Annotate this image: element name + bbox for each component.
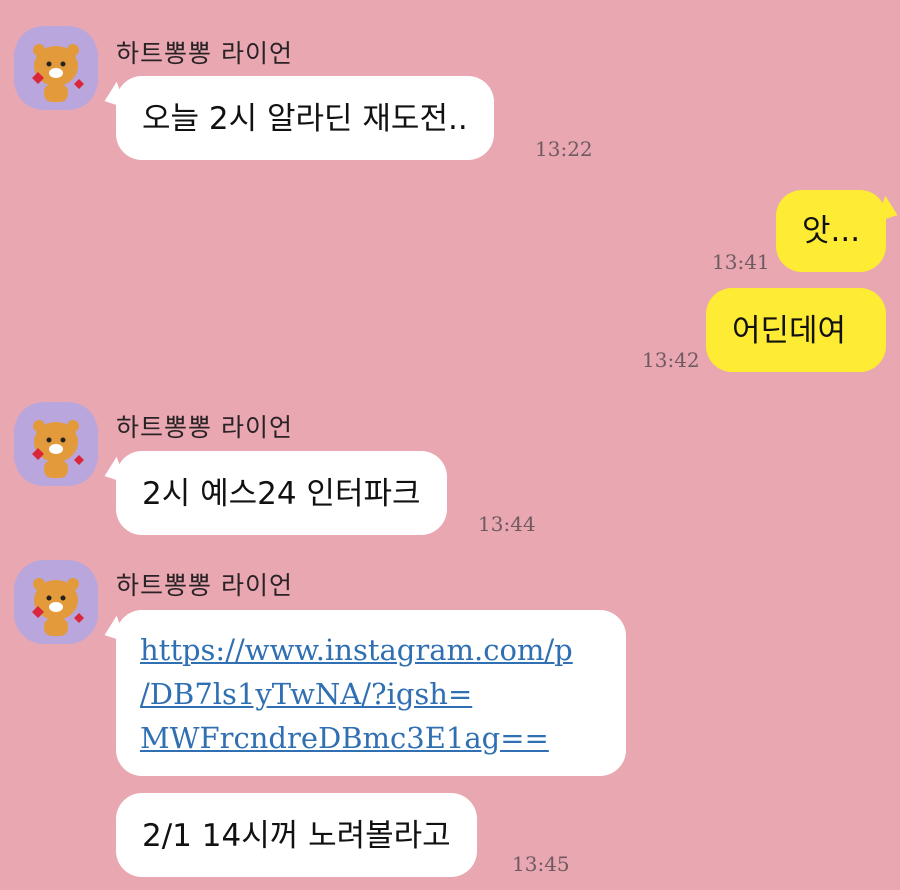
message-text: 2시 예스24 인터파크 bbox=[142, 476, 421, 512]
sender-name: 하트뽕뽕 라이언 bbox=[116, 39, 293, 68]
ryan-lion-heart-icon bbox=[32, 44, 84, 102]
instagram-link[interactable]: https://www.instagram.com/p /DB7ls1yTwNA… bbox=[140, 628, 602, 760]
ryan-lion-heart-icon bbox=[32, 578, 84, 636]
message-bubble[interactable]: 2/1 14시꺼 노려볼라고 bbox=[116, 793, 477, 877]
link-message-bubble[interactable]: https://www.instagram.com/p /DB7ls1yTwNA… bbox=[116, 610, 626, 776]
avatar[interactable] bbox=[14, 560, 98, 644]
message-time: 13:45 bbox=[512, 852, 570, 876]
message-text: 앗... bbox=[802, 213, 861, 249]
message-text: 오늘 2시 알라딘 재도전.. bbox=[142, 101, 468, 137]
message-time: 13:41 bbox=[712, 250, 770, 274]
link-line-1: https://www.instagram.com/p bbox=[140, 633, 573, 667]
avatar[interactable] bbox=[14, 402, 98, 486]
sender-name: 하트뽕뽕 라이언 bbox=[116, 413, 293, 442]
my-message-bubble[interactable]: 어딘데여 bbox=[706, 288, 886, 372]
message-time: 13:22 bbox=[535, 137, 593, 161]
link-line-3: MWFrcndreDBmc3E1ag== bbox=[140, 721, 549, 755]
message-bubble[interactable]: 2시 예스24 인터파크 bbox=[116, 451, 447, 535]
sender-name: 하트뽕뽕 라이언 bbox=[116, 571, 293, 600]
message-text: 어딘데여 bbox=[732, 313, 847, 349]
message-time: 13:44 bbox=[478, 512, 536, 536]
message-time: 13:42 bbox=[642, 348, 700, 372]
message-bubble[interactable]: 오늘 2시 알라딘 재도전.. bbox=[116, 76, 494, 160]
ryan-lion-heart-icon bbox=[32, 420, 84, 478]
avatar[interactable] bbox=[14, 26, 98, 110]
link-line-2: /DB7ls1yTwNA/?igsh= bbox=[140, 677, 473, 711]
my-message-bubble[interactable]: 앗... bbox=[776, 190, 886, 272]
message-text: 2/1 14시꺼 노려볼라고 bbox=[142, 818, 451, 854]
